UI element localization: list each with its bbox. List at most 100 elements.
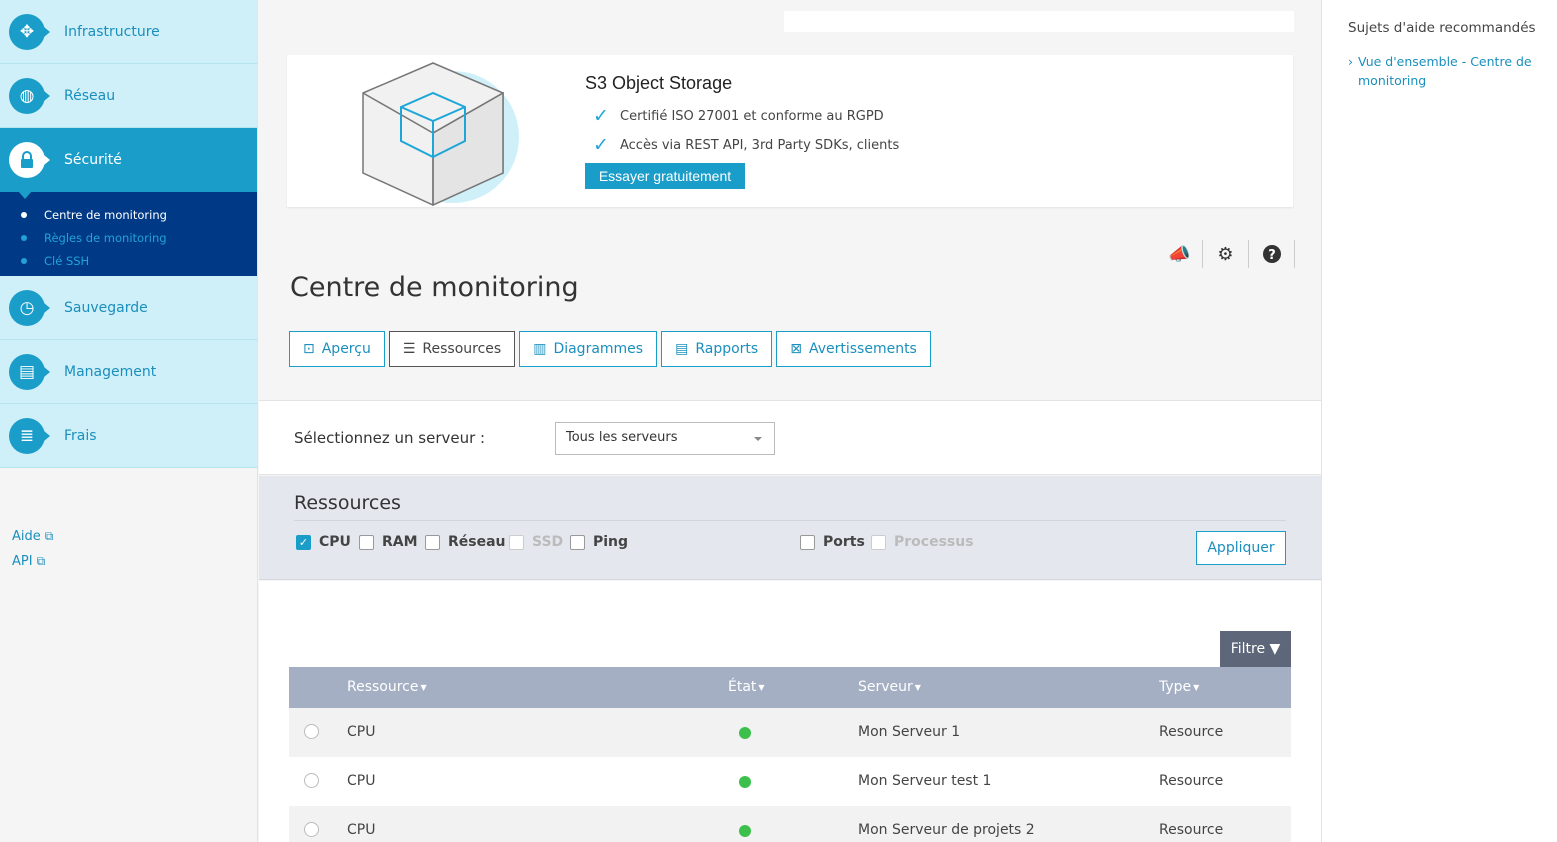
row-radio[interactable]: [304, 773, 319, 788]
check-icon: ✓: [593, 105, 609, 127]
cell-server: Mon Serveur de projets 2: [858, 822, 1035, 838]
checkbox-box: [359, 534, 374, 550]
security-subnav: Centre de monitoring Règles de monitorin…: [0, 192, 257, 276]
tab-apercu[interactable]: ⊡ Aperçu: [289, 331, 385, 367]
network-globe-icon: ◍: [9, 77, 50, 114]
sort-icon: ▼: [1193, 682, 1200, 692]
status-dot-icon: [739, 776, 751, 788]
subnav-label: Centre de monitoring: [44, 207, 167, 222]
checkbox-ports[interactable]: Ports: [800, 534, 865, 550]
lock-icon: [9, 141, 50, 178]
bullet-icon: [21, 234, 27, 241]
nav-item-frais[interactable]: ≣ Frais: [0, 404, 257, 468]
row-radio[interactable]: [304, 724, 319, 739]
nav-label-management: Management: [64, 363, 157, 380]
gear-icon[interactable]: ⚙: [1203, 240, 1249, 268]
checkbox-label: SSD: [532, 534, 564, 550]
subnav-item-cle-ssh[interactable]: Clé SSH: [0, 249, 257, 272]
tab-avertissements[interactable]: ⊠ Avertissements: [776, 331, 931, 367]
tab-rapports[interactable]: ▤ Rapports: [661, 331, 773, 367]
column-header-type[interactable]: Type ▼: [1159, 679, 1199, 695]
status-dot-icon: [739, 727, 751, 739]
nav-item-reseau[interactable]: ◍ Réseau: [0, 64, 257, 128]
sidebar: ✥ Infrastructure ◍ Réseau Sécurité Centr…: [0, 0, 258, 842]
tab-label: Avertissements: [808, 341, 917, 357]
checkbox-box: [800, 534, 815, 550]
help-panel: Sujets d'aide recommandés › Vue d'ensemb…: [1321, 0, 1557, 842]
cell-server: Mon Serveur test 1: [858, 773, 992, 789]
megaphone-icon[interactable]: 📣: [1157, 240, 1203, 268]
help-panel-title: Sujets d'aide recommandés: [1348, 20, 1536, 36]
table-row[interactable]: CPU Mon Serveur test 1 Resource: [289, 757, 1291, 806]
nav-label-securite: Sécurité: [64, 151, 122, 168]
table-row[interactable]: CPU Mon Serveur 1 Resource: [289, 708, 1291, 757]
server-select[interactable]: Tous les serveurs: [555, 422, 775, 455]
help-circle-icon[interactable]: ?: [1249, 240, 1295, 268]
filter-icon: ▼: [1269, 641, 1281, 657]
filter-button[interactable]: Filtre ▼: [1220, 631, 1291, 667]
subnav-item-regles-de-monitoring[interactable]: Règles de monitoring: [0, 226, 257, 249]
table-header: Ressource ▼ État ▼ Serveur ▼ Type ▼: [289, 667, 1291, 708]
checkbox-reseau[interactable]: Réseau: [425, 534, 506, 550]
promo-feature: ✓ Certifié ISO 27001 et conforme au RGPD: [593, 105, 884, 127]
checkbox-ssd: SSD: [509, 534, 563, 550]
column-header-ressource[interactable]: Ressource ▼: [347, 679, 427, 695]
sidebar-links: Aide ⧉ API ⧉: [12, 524, 53, 574]
cell-type: Resource: [1159, 773, 1224, 789]
tab-label: Ressources: [422, 341, 502, 357]
check-icon: ✓: [593, 134, 609, 156]
resources-table-area: Filtre ▼ Ressource ▼ État ▼ Serveur ▼ Type ▼…: [259, 581, 1321, 842]
history-clock-icon: ◷: [9, 289, 50, 326]
checkbox-ram[interactable]: RAM: [359, 534, 418, 550]
api-link[interactable]: API ⧉: [12, 549, 53, 574]
help-link[interactable]: Aide ⧉: [12, 524, 53, 549]
column-label: Ressource: [347, 679, 419, 695]
bullet-icon: [21, 211, 27, 218]
checkbox-label: Réseau: [448, 534, 506, 550]
checkbox-box: [871, 534, 886, 550]
column-header-serveur[interactable]: Serveur ▼: [858, 679, 921, 695]
try-free-button[interactable]: Essayer gratuitement: [585, 163, 745, 189]
checkbox-cpu[interactable]: ✓ CPU: [296, 534, 351, 550]
apply-button[interactable]: Appliquer: [1196, 531, 1286, 565]
server-select-label: Sélectionnez un serveur :: [294, 429, 486, 447]
checkbox-label: RAM: [382, 534, 418, 550]
tab-ressources[interactable]: ☰ Ressources: [388, 331, 516, 367]
help-topic-label: Vue d'ensemble - Centre de monitoring: [1358, 54, 1532, 88]
column-header-etat[interactable]: État ▼: [728, 679, 765, 695]
api-link-label: API: [12, 554, 33, 569]
checkbox-ping[interactable]: Ping: [570, 534, 628, 550]
promo-feature-text: Certifié ISO 27001 et conforme au RGPD: [620, 108, 884, 124]
subnav-label: Clé SSH: [44, 253, 90, 268]
clipboard-icon: ▤: [9, 353, 50, 390]
tab-bar: ⊡ Aperçu ☰ Ressources ▥ Diagrammes ▤ Rap…: [289, 331, 935, 367]
filter-label: Filtre: [1230, 641, 1266, 657]
tab-label: Rapports: [695, 341, 759, 357]
clipboard-icon: ▤: [675, 341, 689, 357]
nav-item-securite[interactable]: Sécurité: [0, 128, 257, 199]
nav-item-management[interactable]: ▤ Management: [0, 340, 257, 404]
cell-resource: CPU: [347, 773, 376, 789]
checkbox-label: CPU: [319, 534, 351, 550]
page-tools: 📣 ⚙ ?: [1157, 240, 1295, 268]
row-radio[interactable]: [304, 822, 319, 837]
nav-item-infrastructure[interactable]: ✥ Infrastructure: [0, 0, 257, 64]
bullet-icon: [21, 257, 27, 264]
list-icon: ☰: [402, 341, 416, 357]
svg-text:?: ?: [1268, 248, 1276, 263]
nav-label-reseau: Réseau: [64, 87, 116, 104]
help-topic-link[interactable]: › Vue d'ensemble - Centre de monitoring: [1348, 52, 1557, 90]
check-icon: ✓: [296, 534, 311, 550]
nav-item-sauvegarde[interactable]: ◷ Sauvegarde: [0, 276, 257, 340]
cell-type: Resource: [1159, 724, 1224, 740]
chevron-right-icon: ›: [1348, 54, 1353, 69]
subnav-item-centre-de-monitoring[interactable]: Centre de monitoring: [0, 203, 257, 226]
column-label: Serveur: [858, 679, 913, 695]
tab-diagrammes[interactable]: ▥ Diagrammes: [519, 331, 658, 367]
cell-type: Resource: [1159, 822, 1224, 838]
column-label: Type: [1159, 679, 1192, 695]
status-dot-icon: [739, 825, 751, 837]
server-select-panel: Sélectionnez un serveur : Tous les serve…: [259, 400, 1321, 475]
alert-monitor-icon: ⊠: [790, 341, 802, 357]
table-row[interactable]: CPU Mon Serveur de projets 2 Resource: [289, 806, 1291, 842]
